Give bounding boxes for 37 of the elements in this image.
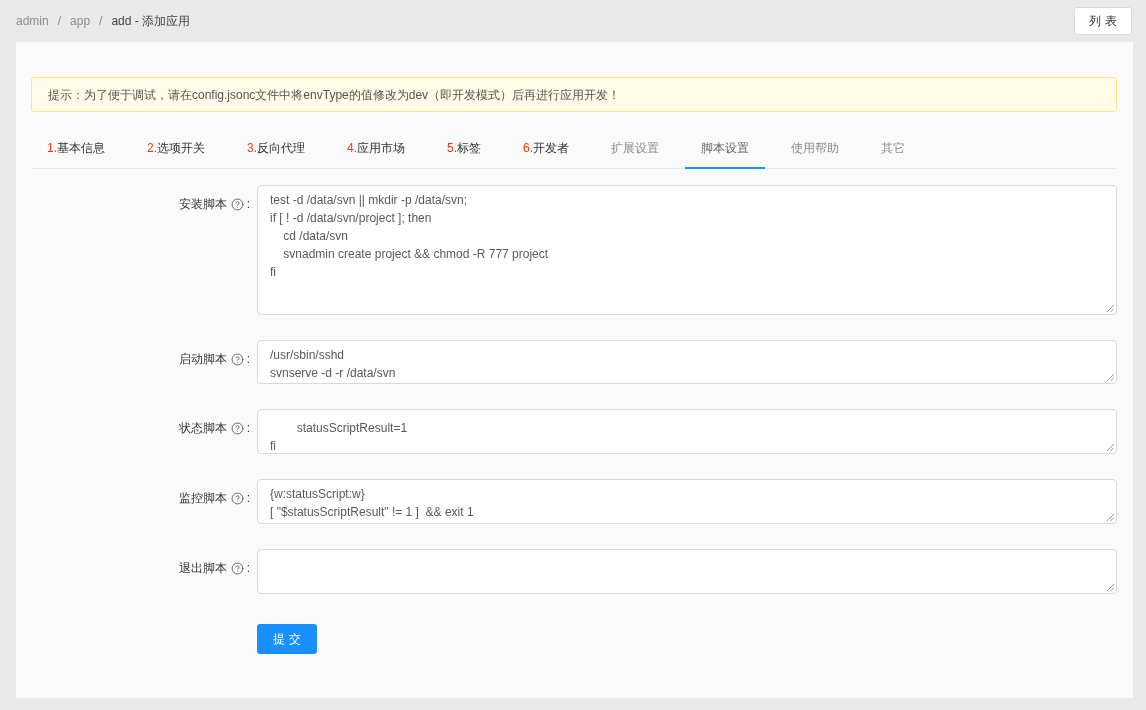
tab[interactable]: 4.应用市场: [331, 128, 422, 169]
script-field[interactable]: /usr/sbin/sshd svnserve -d -r /data/svn: [257, 340, 1117, 384]
help-icon[interactable]: [230, 352, 244, 366]
help-icon[interactable]: [230, 197, 244, 211]
help-icon[interactable]: [230, 491, 244, 505]
tab[interactable]: 脚本设置: [685, 128, 766, 169]
tab[interactable]: 2.选项开关: [131, 128, 222, 169]
field-label: 安装脚本: [178, 196, 227, 213]
tab[interactable]: 6.开发者: [507, 128, 586, 169]
field-label: 状态脚本: [178, 420, 227, 437]
resize-handle-icon[interactable]: [1107, 584, 1114, 591]
resize-handle-icon[interactable]: [1107, 374, 1114, 381]
label-colon: :: [246, 351, 250, 368]
resize-handle-icon[interactable]: [1107, 444, 1114, 451]
script-field[interactable]: {w:statusScript:w} [ "$statusScriptResult" != 1 ] && exit 1: [257, 479, 1117, 524]
tab[interactable]: 3.反向代理: [231, 128, 322, 169]
field-label: 退出脚本: [178, 560, 227, 577]
breadcrumb-current-page: add - 添加应用: [111, 13, 191, 30]
label-colon: :: [246, 420, 250, 437]
help-icon[interactable]: [230, 421, 244, 435]
list-button[interactable]: 列 表: [1074, 7, 1132, 35]
label-colon: :: [246, 490, 250, 507]
script-field[interactable]: [257, 549, 1117, 594]
tip-alert: 提示：为了便于调试，请在config.jsonc文件中将envType的值修改为dev（即开发模式）后再进行应用开发！: [31, 77, 1117, 112]
resize-handle-icon[interactable]: [1107, 305, 1114, 312]
label-colon: :: [246, 560, 250, 577]
label-colon: :: [246, 196, 250, 213]
help-icon[interactable]: [230, 561, 244, 575]
tab[interactable]: 1.基本信息: [31, 128, 121, 169]
script-field[interactable]: test -d /data/svn || mkdir -p /data/svn; if [ ! -d /data/svn/project ]; then cd /data/svn svnadmin create project && chmod -R 777 project fi: [257, 185, 1117, 315]
field-label: 启动脚本: [178, 351, 227, 368]
resize-handle-icon[interactable]: [1107, 514, 1114, 521]
field-label: 监控脚本: [178, 490, 227, 507]
script-field[interactable]: statusScriptResult=1 fi: [257, 409, 1117, 454]
tab[interactable]: 5.标签: [431, 128, 498, 169]
breadcrumb-separator: /: [99, 13, 103, 30]
breadcrumb-separator: /: [57, 13, 62, 30]
